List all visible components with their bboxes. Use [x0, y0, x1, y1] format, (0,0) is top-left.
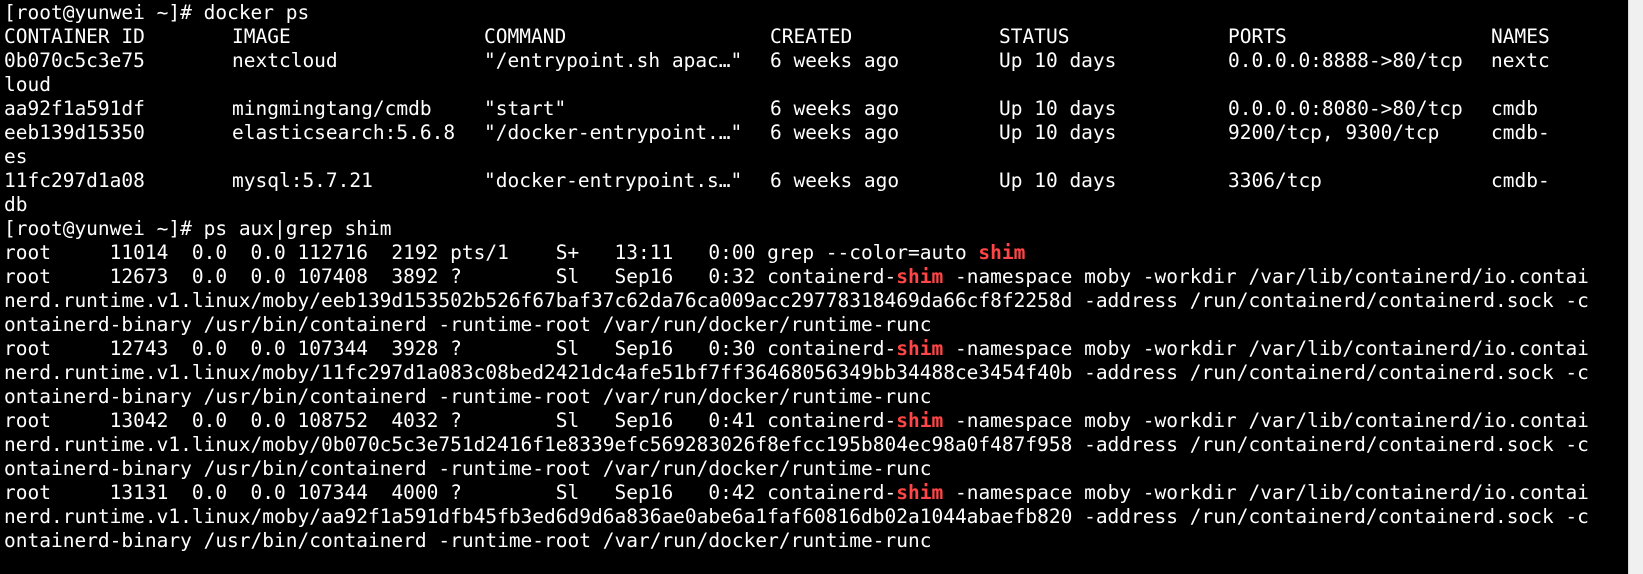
process-text: -namespace moby -workdir /var/lib/contai… — [943, 265, 1589, 288]
process-text: -namespace moby -workdir /var/lib/contai… — [943, 481, 1589, 504]
wrapped-line: nerd.runtime.v1.linux/moby/eeb139d153502… — [4, 289, 1589, 313]
process-text: nerd.runtime.v1.linux/moby/11fc297d1a083… — [4, 361, 1589, 384]
wrapped-line: nerd.runtime.v1.linux/moby/aa92f1a591dfb… — [4, 505, 1589, 529]
container-name: cmdb — [1491, 97, 1538, 120]
prompt-line: [root@yunwei ~]# docker ps — [4, 1, 309, 25]
container-id: 11fc297d1a08 — [4, 169, 145, 192]
process-text: root 12743 0.0 0.0 107344 3928 ? Sl Sep1… — [4, 337, 897, 360]
command-text: docker ps — [203, 1, 310, 24]
container-id: aa92f1a591df — [4, 97, 145, 120]
container-ports: 3306/tcp — [1228, 169, 1322, 192]
shell-prompt: [root@yunwei ~]# — [4, 217, 204, 240]
container-status: Up 10 days — [999, 121, 1117, 144]
column-header: STATUS — [999, 25, 1070, 48]
process-line: root 11014 0.0 0.0 112716 2192 pts/1 S+ … — [4, 241, 1025, 265]
container-name: nextc — [1491, 49, 1550, 72]
container-status: Up 10 days — [999, 49, 1117, 72]
process-text: ontainerd-binary /usr/bin/containerd -ru… — [4, 457, 932, 480]
container-ports: 0.0.0.0:8080->80/tcp — [1228, 97, 1463, 120]
wrapped-line: nerd.runtime.v1.linux/moby/11fc297d1a083… — [4, 361, 1589, 385]
image-name: nextcloud — [232, 49, 338, 72]
process-text: root 13131 0.0 0.0 107344 4000 ? Sl Sep1… — [4, 481, 897, 504]
column-header: CREATED — [770, 25, 853, 48]
process-text: root 13042 0.0 0.0 108752 4032 ? Sl Sep1… — [4, 409, 897, 432]
container-name-continuation: es — [4, 145, 28, 168]
process-line: root 12673 0.0 0.0 107408 3892 ? Sl Sep1… — [4, 265, 1589, 289]
container-command: "docker-entrypoint.s…" — [484, 169, 743, 192]
container-ports: 9200/tcp, 9300/tcp — [1228, 121, 1440, 144]
process-line: root 13042 0.0 0.0 108752 4032 ? Sl Sep1… — [4, 409, 1589, 433]
container-ports: 0.0.0.0:8888->80/tcp — [1228, 49, 1463, 72]
container-name: cmdb- — [1491, 169, 1550, 192]
process-text: nerd.runtime.v1.linux/moby/aa92f1a591dfb… — [4, 505, 1589, 528]
process-text: nerd.runtime.v1.linux/moby/0b070c5c3e751… — [4, 433, 1589, 456]
grep-match-highlight: shim — [978, 241, 1026, 264]
column-header: PORTS — [1228, 25, 1287, 48]
wrapped-line: ontainerd-binary /usr/bin/containerd -ru… — [4, 529, 931, 553]
created-time: 6 weeks ago — [770, 121, 900, 144]
process-text: ontainerd-binary /usr/bin/containerd -ru… — [4, 385, 932, 408]
terminal-window[interactable]: [root@yunwei ~]# docker ps CONTAINER ID I… — [0, 0, 1643, 574]
created-time: 6 weeks ago — [770, 97, 900, 120]
column-header: COMMAND — [484, 25, 567, 48]
process-text: root 11014 0.0 0.0 112716 2192 pts/1 S+ … — [4, 241, 979, 264]
wrapped-line: ontainerd-binary /usr/bin/containerd -ru… — [4, 313, 931, 337]
column-header: NAMES — [1491, 25, 1550, 48]
process-line: root 12743 0.0 0.0 107344 3928 ? Sl Sep1… — [4, 337, 1589, 361]
grep-match-highlight: shim — [896, 265, 944, 288]
column-header: CONTAINER ID — [4, 25, 145, 48]
image-name: mingmingtang/cmdb — [232, 97, 432, 120]
container-id: 0b070c5c3e75 — [4, 49, 145, 72]
process-text: ontainerd-binary /usr/bin/containerd -ru… — [4, 313, 932, 336]
container-status: Up 10 days — [999, 97, 1117, 120]
shell-prompt: [root@yunwei ~]# — [4, 1, 204, 24]
container-status: Up 10 days — [999, 169, 1117, 192]
created-time: 6 weeks ago — [770, 169, 900, 192]
wrapped-line: ontainerd-binary /usr/bin/containerd -ru… — [4, 385, 931, 409]
container-command: "start" — [484, 97, 567, 120]
grep-match-highlight: shim — [896, 481, 944, 504]
process-text: -namespace moby -workdir /var/lib/contai… — [943, 409, 1589, 432]
image-name: mysql:5.7.21 — [232, 169, 373, 192]
grep-match-highlight: shim — [896, 409, 944, 432]
container-id: eeb139d15350 — [4, 121, 145, 144]
wrapped-line: nerd.runtime.v1.linux/moby/0b070c5c3e751… — [4, 433, 1589, 457]
process-text: root 12673 0.0 0.0 107408 3892 ? Sl Sep1… — [4, 265, 897, 288]
container-name: cmdb- — [1491, 121, 1550, 144]
created-time: 6 weeks ago — [770, 49, 900, 72]
container-name-continuation: loud — [4, 73, 51, 96]
column-header: IMAGE — [232, 25, 291, 48]
container-name-continuation: db — [4, 193, 28, 216]
container-command: "/entrypoint.sh apac…" — [484, 49, 743, 72]
process-text: ontainerd-binary /usr/bin/containerd -ru… — [4, 529, 932, 552]
wrapped-line: es — [4, 145, 27, 169]
prompt-line: [root@yunwei ~]# ps aux|grep shim — [4, 217, 391, 241]
grep-match-highlight: shim — [896, 337, 944, 360]
command-text: ps aux|grep shim — [203, 217, 392, 240]
process-text: -namespace moby -workdir /var/lib/contai… — [943, 337, 1589, 360]
wrapped-line: ontainerd-binary /usr/bin/containerd -ru… — [4, 457, 931, 481]
image-name: elasticsearch:5.6.8 — [232, 121, 456, 144]
wrapped-line: loud — [4, 73, 51, 97]
wrapped-line: db — [4, 193, 27, 217]
container-command: "/docker-entrypoint.…" — [484, 121, 743, 144]
vertical-scrollbar[interactable] — [1628, 0, 1643, 574]
process-line: root 13131 0.0 0.0 107344 4000 ? Sl Sep1… — [4, 481, 1589, 505]
process-text: nerd.runtime.v1.linux/moby/eeb139d153502… — [4, 289, 1589, 312]
